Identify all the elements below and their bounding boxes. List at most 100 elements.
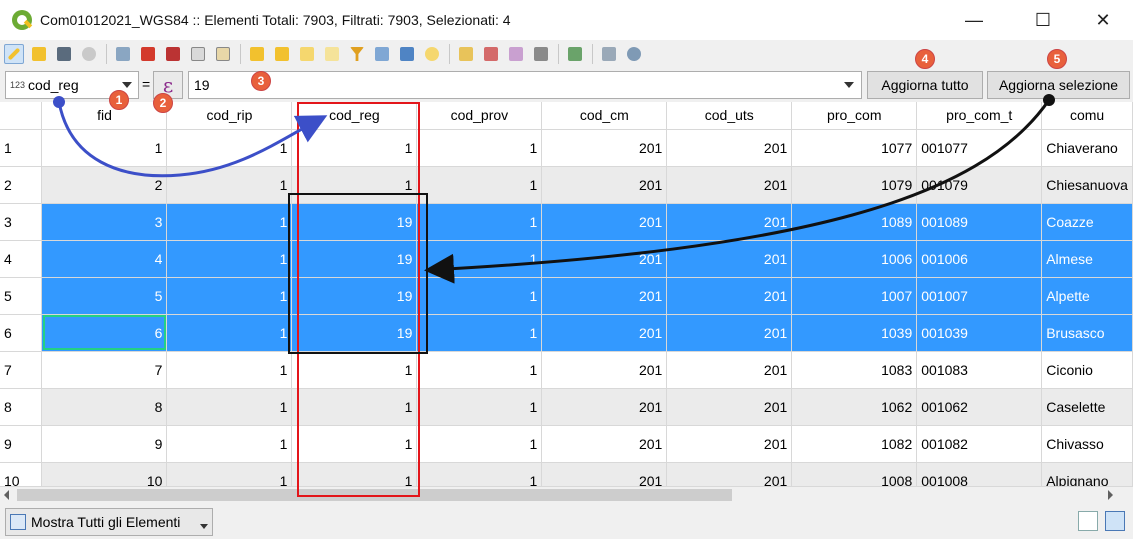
cell-cod_reg[interactable]: 1	[291, 462, 418, 486]
cell-cod_reg[interactable]: 19	[291, 203, 418, 241]
column-header-comu[interactable]: comu	[1041, 102, 1133, 130]
table-row[interactable]: 2 2 1 1 1 201 201 1079 001079 Chiesanuova	[0, 166, 1133, 204]
cell-cod_rip[interactable]: 1	[166, 203, 293, 241]
cell-cod_uts[interactable]: 201	[666, 277, 793, 315]
cell-cod_rip[interactable]: 1	[166, 166, 293, 204]
row-number[interactable]: 2	[0, 166, 43, 204]
cell-pro_com_t[interactable]: 001007	[916, 277, 1043, 315]
cell-comu[interactable]: Caselette	[1041, 388, 1133, 426]
pan-to-selection-icon[interactable]	[397, 44, 417, 64]
toggle-editing-icon[interactable]	[4, 44, 24, 64]
cell-cod_prov[interactable]: 1	[416, 388, 543, 426]
cell-cod_uts[interactable]: 201	[666, 388, 793, 426]
row-number[interactable]: 4	[0, 240, 43, 278]
cell-cod_cm[interactable]: 201	[541, 351, 668, 389]
field-calculator-icon[interactable]	[531, 44, 551, 64]
cell-fid[interactable]: 2	[41, 166, 168, 204]
cut-icon[interactable]	[163, 44, 183, 64]
cell-pro_com[interactable]: 1008	[791, 462, 918, 486]
table-row[interactable]: 4 4 1 19 1 201 201 1006 001006 Almese	[0, 240, 1133, 278]
copy-icon[interactable]	[188, 44, 208, 64]
cell-pro_com[interactable]: 1082	[791, 425, 918, 463]
cell-comu[interactable]: Ciconio	[1041, 351, 1133, 389]
cell-pro_com[interactable]: 1062	[791, 388, 918, 426]
table-row[interactable]: 6 6 1 19 1 201 201 1039 001039 Brusasco	[0, 314, 1133, 352]
cell-cod_uts[interactable]: 201	[666, 203, 793, 241]
table-row[interactable]: 10 10 1 1 1 201 201 1008 001008 Alpignano	[0, 462, 1133, 486]
cell-pro_com[interactable]: 1077	[791, 129, 918, 167]
cell-fid[interactable]: 9	[41, 425, 168, 463]
cell-cod_cm[interactable]: 201	[541, 314, 668, 352]
cell-cod_rip[interactable]: 1	[166, 425, 293, 463]
cell-cod_uts[interactable]: 201	[666, 314, 793, 352]
cell-fid[interactable]: 5	[41, 277, 168, 315]
column-header-cod_prov[interactable]: cod_prov	[416, 102, 543, 130]
cell-cod_cm[interactable]: 201	[541, 203, 668, 241]
form-view-icon[interactable]	[1078, 511, 1098, 531]
cell-pro_com_t[interactable]: 001079	[916, 166, 1043, 204]
save-edits-icon[interactable]	[54, 44, 74, 64]
cell-pro_com[interactable]: 1007	[791, 277, 918, 315]
table-row[interactable]: 7 7 1 1 1 201 201 1083 001083 Ciconio	[0, 351, 1133, 389]
cell-cod_reg[interactable]: 19	[291, 314, 418, 352]
cell-cod_prov[interactable]: 1	[416, 129, 543, 167]
cell-cod_prov[interactable]: 1	[416, 351, 543, 389]
cell-cod_reg[interactable]: 1	[291, 388, 418, 426]
column-header-cod_cm[interactable]: cod_cm	[541, 102, 668, 130]
table-view-icon[interactable]	[1105, 511, 1125, 531]
close-button[interactable]: ✕	[1080, 0, 1126, 40]
cell-fid[interactable]: 8	[41, 388, 168, 426]
cell-fid[interactable]: 1	[41, 129, 168, 167]
cell-cod_uts[interactable]: 201	[666, 240, 793, 278]
cell-cod_reg[interactable]: 19	[291, 277, 418, 315]
cell-pro_com[interactable]: 1089	[791, 203, 918, 241]
cell-fid[interactable]: 10	[41, 462, 168, 486]
cell-cod_prov[interactable]: 1	[416, 462, 543, 486]
actions-icon[interactable]	[624, 44, 644, 64]
row-number[interactable]: 7	[0, 351, 43, 389]
cell-cod_rip[interactable]: 1	[166, 462, 293, 486]
cell-fid[interactable]: 6	[41, 314, 168, 352]
new-field-icon[interactable]	[456, 44, 476, 64]
reload-icon[interactable]	[79, 44, 99, 64]
scroll-left-icon[interactable]	[4, 490, 9, 500]
column-header-cod_rip[interactable]: cod_rip	[166, 102, 293, 130]
cell-cod_uts[interactable]: 201	[666, 166, 793, 204]
invert-selection-icon[interactable]	[297, 44, 317, 64]
row-number[interactable]: 8	[0, 388, 43, 426]
cell-pro_com_t[interactable]: 001077	[916, 129, 1043, 167]
column-header-pro_com[interactable]: pro_com	[791, 102, 918, 130]
cell-comu[interactable]: Chivasso	[1041, 425, 1133, 463]
cell-cod_reg[interactable]: 1	[291, 129, 418, 167]
cell-cod_rip[interactable]: 1	[166, 351, 293, 389]
attribute-table[interactable]: fid cod_rip cod_reg cod_prov cod_cm cod_uts pr…	[0, 102, 1133, 486]
cell-cod_rip[interactable]: 1	[166, 129, 293, 167]
cell-comu[interactable]: Brusasco	[1041, 314, 1133, 352]
cell-comu[interactable]: Chiaverano	[1041, 129, 1133, 167]
field-calculator-edit-icon[interactable]	[506, 44, 526, 64]
cell-cod_prov[interactable]: 1	[416, 277, 543, 315]
row-number[interactable]: 3	[0, 203, 43, 241]
update-selection-button[interactable]: Aggiorna selezione	[987, 71, 1130, 99]
cell-cod_reg[interactable]: 19	[291, 240, 418, 278]
row-number[interactable]: 5	[0, 277, 43, 315]
cell-cod_rip[interactable]: 1	[166, 314, 293, 352]
paste-icon[interactable]	[213, 44, 233, 64]
cell-pro_com[interactable]: 1083	[791, 351, 918, 389]
cell-comu[interactable]: Alpette	[1041, 277, 1133, 315]
cell-cod_reg[interactable]: 1	[291, 166, 418, 204]
cell-cod_reg[interactable]: 1	[291, 425, 418, 463]
cell-cod_cm[interactable]: 201	[541, 129, 668, 167]
cell-cod_rip[interactable]: 1	[166, 277, 293, 315]
cell-comu[interactable]: Chiesanuova	[1041, 166, 1133, 204]
update-all-button[interactable]: Aggiorna tutto	[867, 71, 983, 99]
row-number[interactable]: 9	[0, 425, 43, 463]
cell-cod_uts[interactable]: 201	[666, 351, 793, 389]
table-row[interactable]: 8 8 1 1 1 201 201 1062 001062 Caselette	[0, 388, 1133, 426]
table-row[interactable]: 3 3 1 19 1 201 201 1089 001089 Coazze	[0, 203, 1133, 241]
column-header-cod_reg[interactable]: cod_reg	[291, 102, 418, 130]
cell-comu[interactable]: Coazze	[1041, 203, 1133, 241]
cell-cod_uts[interactable]: 201	[666, 462, 793, 486]
filter-icon[interactable]	[347, 44, 367, 64]
horizontal-scrollbar[interactable]	[0, 486, 1133, 503]
